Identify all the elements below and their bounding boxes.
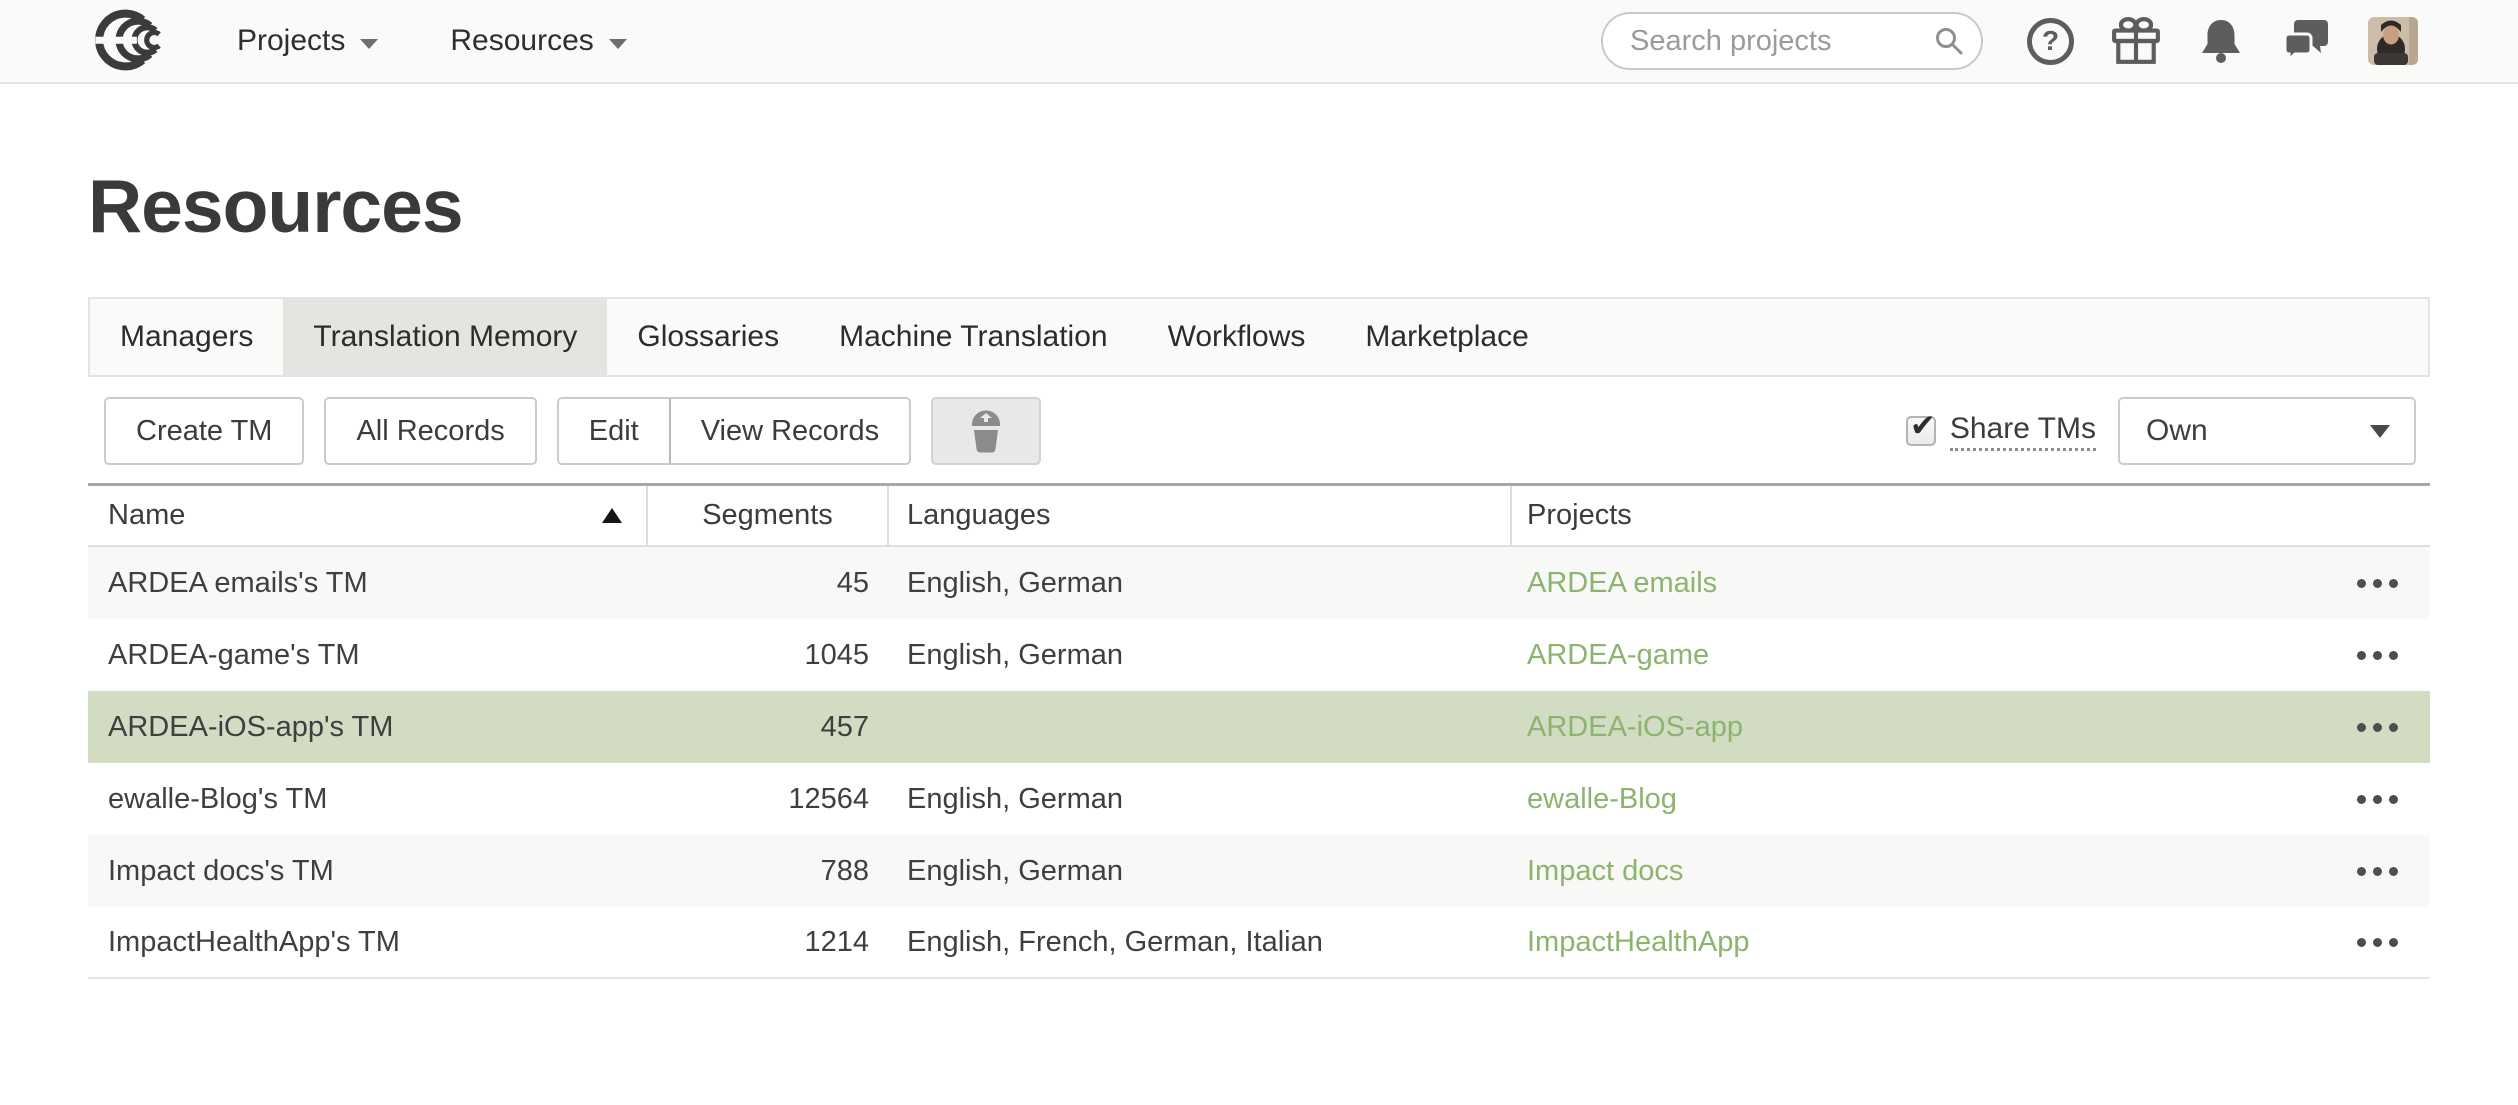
tab[interactable]: Translation Memory (283, 299, 607, 375)
help-icon[interactable]: ? (2027, 18, 2074, 65)
tm-scope-select[interactable]: Own (2118, 397, 2416, 465)
tab-label: Managers (120, 320, 253, 354)
tm-languages: English, German (889, 639, 1512, 672)
tm-segments: 1214 (648, 926, 889, 959)
tm-segments: 788 (648, 855, 889, 888)
tm-segments: 1045 (648, 639, 889, 672)
all-records-button[interactable]: All Records (324, 397, 536, 465)
tab[interactable]: Managers (90, 299, 283, 375)
column-header-languages[interactable]: Languages (889, 486, 1512, 545)
tab-label: Glossaries (637, 320, 779, 354)
table-row[interactable]: ARDEA-iOS-app's TM 457 ARDEA-iOS-app (88, 691, 2430, 763)
nav-resources-menu[interactable]: Resources (450, 24, 626, 58)
share-tms-checkbox[interactable] (1906, 416, 1936, 446)
tab-label: Translation Memory (313, 320, 577, 354)
project-link[interactable]: Impact docs (1527, 855, 1683, 888)
search-box (1601, 12, 1983, 70)
tm-name: ARDEA-game's TM (88, 639, 648, 672)
tab[interactable]: Marketplace (1335, 299, 1558, 375)
chat-icon[interactable] (2281, 18, 2331, 64)
column-header-projects[interactable]: Projects (1512, 486, 2430, 545)
table-row[interactable]: ARDEA-game's TM 1045 English, German ARD… (88, 619, 2430, 691)
gift-icon[interactable] (2111, 16, 2161, 66)
tm-name: ARDEA emails's TM (88, 567, 648, 600)
project-link[interactable]: ARDEA-iOS-app (1527, 711, 1743, 744)
share-tms-label[interactable]: Share TMs (1950, 412, 2096, 451)
table-header: Name Segments Languages Projects (88, 483, 2430, 547)
row-menu-button[interactable] (2355, 857, 2400, 886)
project-link[interactable]: ImpactHealthApp (1527, 926, 1749, 959)
tab-label: Marketplace (1365, 320, 1528, 354)
tm-segments: 45 (648, 567, 889, 600)
chevron-down-icon (360, 39, 378, 49)
row-menu-button[interactable] (2355, 713, 2400, 742)
user-avatar[interactable] (2368, 17, 2418, 65)
tm-segments: 12564 (648, 783, 889, 816)
select-caret-icon (2370, 425, 2390, 438)
row-menu-button[interactable] (2355, 928, 2400, 957)
tab[interactable]: Workflows (1138, 299, 1336, 375)
project-link[interactable]: ARDEA-game (1527, 639, 1709, 672)
toolbar-right: Share TMs Own (1906, 397, 2430, 465)
resources-tabbar: Managers Translation Memory Glossaries M… (88, 297, 2430, 377)
tm-projects-cell: ewalle-Blog (1512, 763, 2430, 835)
chevron-down-icon (609, 39, 627, 49)
table-row[interactable]: ewalle-Blog's TM 12564 English, German e… (88, 763, 2430, 835)
records-button-group: Edit View Records (557, 397, 911, 465)
nav-projects-menu[interactable]: Projects (237, 24, 378, 58)
app-logo-icon[interactable] (95, 7, 175, 78)
project-link[interactable]: ARDEA emails (1527, 567, 1717, 600)
column-name-label: Name (108, 499, 185, 532)
tm-languages: English, German (889, 855, 1512, 888)
row-menu-button[interactable] (2355, 785, 2400, 814)
tm-projects-cell: ARDEA-iOS-app (1512, 691, 2430, 763)
column-segments-label: Segments (702, 499, 833, 532)
tm-toolbar: Create TM All Records Edit View Records … (88, 397, 2430, 465)
column-header-name[interactable]: Name (88, 486, 648, 545)
topbar: Projects Resources ? (0, 0, 2518, 84)
bell-icon[interactable] (2198, 17, 2244, 65)
table-row[interactable]: Impact docs's TM 788 English, German Imp… (88, 835, 2430, 907)
trash-icon (966, 408, 1006, 454)
tm-languages: English, German (889, 567, 1512, 600)
tab[interactable]: Glossaries (607, 299, 809, 375)
tm-name: ewalle-Blog's TM (88, 783, 648, 816)
row-menu-button[interactable] (2355, 569, 2400, 598)
tm-name: ImpactHealthApp's TM (88, 926, 648, 959)
create-tm-button[interactable]: Create TM (104, 397, 304, 465)
nav-resources-label: Resources (450, 24, 593, 58)
column-header-segments[interactable]: Segments (648, 486, 889, 545)
delete-tm-button[interactable] (931, 397, 1041, 465)
row-menu-button[interactable] (2355, 641, 2400, 670)
column-languages-label: Languages (907, 499, 1051, 532)
table-row[interactable]: ARDEA emails's TM 45 English, German ARD… (88, 547, 2430, 619)
edit-button[interactable]: Edit (557, 397, 669, 465)
view-records-button[interactable]: View Records (669, 397, 911, 465)
tm-projects-cell: ARDEA-game (1512, 619, 2430, 691)
tm-projects-cell: ARDEA emails (1512, 547, 2430, 619)
sort-ascending-icon (602, 508, 622, 523)
search-icon[interactable] (1933, 25, 1965, 57)
tm-projects-cell: Impact docs (1512, 835, 2430, 907)
search-input[interactable] (1630, 25, 1933, 58)
tm-languages: English, German (889, 783, 1512, 816)
project-link[interactable]: ewalle-Blog (1527, 783, 1677, 816)
tm-segments: 457 (648, 711, 889, 744)
page-title: Resources (88, 166, 2430, 247)
tm-table: Name Segments Languages Projects ARDEA e… (88, 483, 2430, 979)
column-projects-label: Projects (1527, 499, 1632, 532)
tab[interactable]: Machine Translation (809, 299, 1137, 375)
tm-name: Impact docs's TM (88, 855, 648, 888)
nav-projects-label: Projects (237, 24, 345, 58)
tm-projects-cell: ImpactHealthApp (1512, 907, 2430, 977)
tab-label: Machine Translation (839, 320, 1107, 354)
page-content: Resources Managers Translation Memory Gl… (88, 166, 2430, 979)
heron-logo-icon (95, 7, 175, 73)
tab-label: Workflows (1168, 320, 1306, 354)
topbar-icons: ? (2027, 16, 2418, 66)
tm-name: ARDEA-iOS-app's TM (88, 711, 648, 744)
table-row[interactable]: ImpactHealthApp's TM 1214 English, Frenc… (88, 907, 2430, 979)
tm-scope-value: Own (2146, 414, 2208, 448)
tm-languages: English, French, German, Italian (889, 926, 1512, 959)
